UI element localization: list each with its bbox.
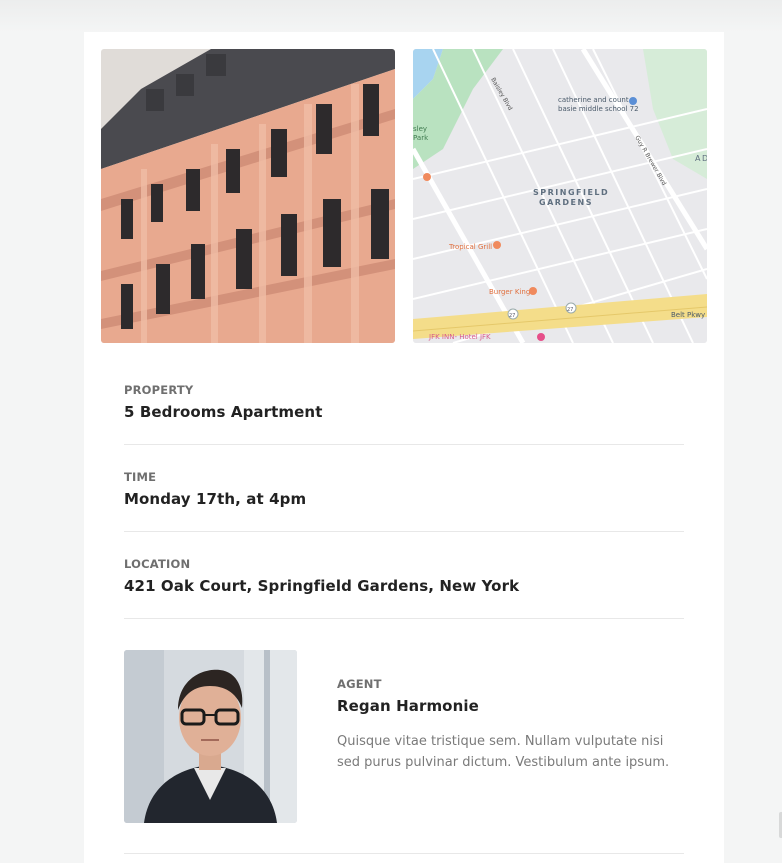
time-section: TIME Monday 17th, at 4pm	[124, 470, 684, 532]
location-value: 421 Oak Court, Springfield Gardens, New …	[124, 577, 520, 595]
agent-name: Regan Harmonie	[337, 697, 479, 715]
time-value: Monday 17th, at 4pm	[124, 490, 307, 508]
location-map[interactable]: SPRINGFIELD GARDENS catherine and count …	[413, 49, 707, 343]
map-ad-label: AD	[695, 154, 707, 163]
location-section: LOCATION 421 Oak Court, Springfield Gard…	[124, 557, 684, 619]
property-section: PROPERTY 5 Bedrooms Apartment	[124, 383, 684, 445]
property-photo	[101, 49, 395, 343]
top-bar	[0, 0, 782, 32]
agent-avatar	[124, 650, 297, 823]
map-burger-label: Burger King	[489, 288, 530, 296]
agent-info: AGENT Regan Harmonie Quisque vitae trist…	[337, 677, 687, 773]
map-area-label-2: GARDENS	[539, 198, 593, 207]
map-area-label-1: SPRINGFIELD	[533, 188, 609, 197]
map-pkwy-label: Belt Pkwy	[671, 311, 705, 319]
divider	[124, 853, 684, 854]
map-park-label-2: Park	[413, 134, 429, 142]
map-school-label-1: catherine and count	[558, 96, 629, 104]
map-grill-label: Tropical Grill	[448, 243, 492, 251]
location-label: LOCATION	[124, 557, 191, 571]
agent-bio: Quisque vitae tristique sem. Nullam vulp…	[337, 734, 670, 770]
map-hotel-label: JFK INN- Hotel JFK	[428, 333, 491, 341]
appointment-card: SPRINGFIELD GARDENS catherine and count …	[84, 32, 724, 863]
map-school-label-2: basie middle school 72	[558, 105, 639, 113]
time-label: TIME	[124, 470, 157, 484]
property-label: PROPERTY	[124, 383, 194, 397]
map-park-label-1: sley	[413, 125, 427, 133]
map-shield-2: 27	[567, 307, 573, 313]
property-value: 5 Bedrooms Apartment	[124, 403, 323, 421]
map-shield-1: 27	[509, 313, 515, 319]
agent-label: AGENT	[337, 677, 382, 691]
